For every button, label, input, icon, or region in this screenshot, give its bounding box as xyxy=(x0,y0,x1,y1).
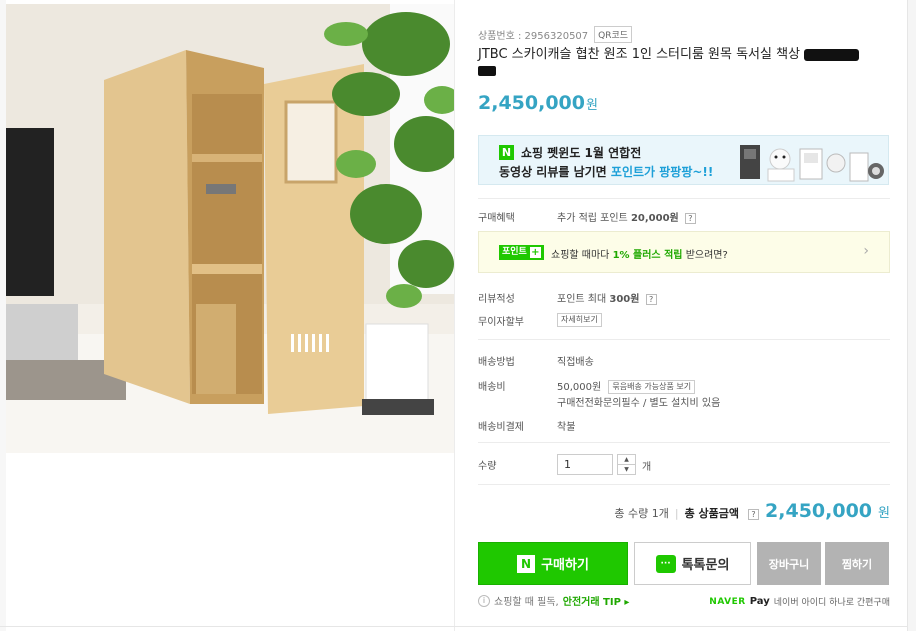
review-value: 포인트 최대 300원 ? xyxy=(557,290,657,305)
plus-point-box[interactable]: 포인트 + 쇼핑할 때마다 1% 플러스 적립 받으려면? › xyxy=(478,231,890,273)
section-divider xyxy=(478,339,890,340)
safe-trade-text: 쇼핑할 때 필독, xyxy=(494,597,559,608)
shipping-fee-note: 구매전전화문의필수 / 별도 설치비 있음 xyxy=(557,398,721,409)
section-divider xyxy=(478,198,890,199)
talktalk-button-label: 톡톡문의 xyxy=(681,558,730,573)
shipping-method-label: 배송방법 xyxy=(478,357,515,368)
installment-detail-button[interactable]: 자세히보기 xyxy=(557,313,602,327)
installment-label: 무이자할부 xyxy=(478,317,524,328)
review-label: 리뷰적성 xyxy=(478,294,515,305)
info-icon: i xyxy=(478,594,490,607)
review-points: 300원 xyxy=(609,294,640,305)
quantity-unit: 개 xyxy=(642,462,652,473)
plus-point-text-suffix: 받으려면? xyxy=(682,250,728,261)
product-image[interactable] xyxy=(6,4,455,453)
section-divider xyxy=(478,442,890,443)
quantity-label: 수량 xyxy=(478,461,497,472)
promo-banner-highlight: 포인트가 팡팡팡~!! xyxy=(610,165,714,179)
review-text: 포인트 최대 xyxy=(557,294,610,305)
promo-banner-line2: 동영상 리뷰를 남기면 포인트가 팡팡팡~!! xyxy=(499,163,713,180)
benefit-help-icon[interactable]: ? xyxy=(684,212,696,224)
wishlist-button[interactable]: 찜하기 xyxy=(825,542,889,585)
point-badge: 포인트 + xyxy=(499,245,544,260)
promo-banner-line1: 쇼핑 펫윈도 1월 연합전 xyxy=(521,146,642,160)
installment-value: 자세히보기 xyxy=(553,313,602,327)
point-badge-label: 포인트 xyxy=(502,247,527,257)
product-price: 2,450,000원 xyxy=(478,92,598,114)
redacted-title-part xyxy=(804,48,860,61)
naver-n-icon: N xyxy=(517,554,536,573)
purchase-benefit-points: 20,000원 xyxy=(630,213,679,224)
page-right-scroll-gutter xyxy=(907,0,916,631)
buy-button-label: 구매하기 xyxy=(541,558,589,573)
safe-trade-tip: i 쇼핑할 때 필독, 안전거래 TIP ▸ xyxy=(478,593,629,608)
column-divider xyxy=(454,0,455,631)
plus-point-text-prefix: 쇼핑할 때마다 xyxy=(551,250,613,261)
cart-button[interactable]: 장바구니 xyxy=(757,542,821,585)
total-label: 총 상품금액 xyxy=(684,507,740,520)
total-separator: | xyxy=(674,507,679,520)
shipping-payment-value: 착불 xyxy=(557,422,576,433)
purchase-benefit-label: 구매혜택 xyxy=(478,213,515,224)
pet-products-illustration xyxy=(740,145,884,182)
promo-banner[interactable]: N 쇼핑 펫윈도 1월 연합전 동영상 리뷰를 남기면 포인트가 팡팡팡~!! xyxy=(478,135,889,185)
total-amount: 2,450,000 xyxy=(765,500,873,522)
buy-button[interactable]: N 구매하기 xyxy=(478,542,628,585)
qr-code-button[interactable]: QR코드 xyxy=(594,26,633,43)
naver-pay-text: 네이버 아이디 하나로 간편구매 xyxy=(773,598,890,608)
plus-point-text: 쇼핑할 때마다 1% 플러스 적립 받으려면? xyxy=(551,246,728,261)
study-booth-photo xyxy=(6,4,455,453)
bundle-shipping-button[interactable]: 묶음배송 가능상품 보기 xyxy=(608,380,696,394)
total-summary: 총 수량 1개 | 총 상품금액 ? 2,450,000 원 xyxy=(614,500,890,522)
shipping-fee-value: 50,000원 묶음배송 가능상품 보기 xyxy=(557,378,696,394)
product-code-row: 상품번호 : 2956320507 QR코드 xyxy=(478,26,633,43)
product-title-text: JTBC 스카이캐슬 협찬 원조 1인 스터디룸 원목 독서실 책상 xyxy=(478,47,801,62)
plus-icon: + xyxy=(529,247,541,258)
safe-trade-tip-link[interactable]: 안전거래 TIP ▸ xyxy=(563,593,630,608)
quantity-stepper[interactable]: ▲ ▼ xyxy=(617,454,636,475)
bottom-divider xyxy=(0,626,907,627)
plus-point-strong: 1% 플러스 적립 xyxy=(612,250,683,261)
chat-bubble-icon: ··· xyxy=(655,554,676,573)
promo-banner-line2-prefix: 동영상 리뷰를 남기면 xyxy=(499,165,611,179)
price-value: 2,450,000 xyxy=(478,92,585,114)
talktalk-inquiry-button[interactable]: ··· 톡톡문의 xyxy=(634,542,751,585)
redacted-title-part-2 xyxy=(478,66,496,76)
review-help-icon[interactable]: ? xyxy=(645,293,657,305)
naver-pay-info: NAVER Pay 네이버 아이디 하나로 간편구매 xyxy=(709,595,890,608)
total-currency: 원 xyxy=(878,506,890,521)
purchase-benefit-text: 추가 적립 포인트 xyxy=(557,213,631,224)
total-count: 총 수량 1개 xyxy=(614,507,669,520)
product-title: JTBC 스카이캐슬 협찬 원조 1인 스터디룸 원목 독서실 책상 xyxy=(478,46,890,82)
shipping-fee-amount: 50,000원 xyxy=(557,382,602,393)
quantity-down-icon[interactable]: ▼ xyxy=(618,465,635,474)
shipping-payment-label: 배송비결제 xyxy=(478,422,524,433)
naver-pay-logo-pay: Pay xyxy=(749,596,770,607)
naver-n-icon: N xyxy=(499,145,514,160)
shipping-method-value: 직접배송 xyxy=(557,357,594,368)
product-code: 상품번호 : 2956320507 xyxy=(478,31,589,42)
quantity-input[interactable] xyxy=(557,454,613,475)
chevron-right-icon: › xyxy=(863,243,869,259)
naver-pay-logo: NAVER xyxy=(709,596,746,607)
shipping-fee-label: 배송비 xyxy=(478,382,506,393)
purchase-benefit-value: 추가 적립 포인트 20,000원 ? xyxy=(557,209,696,224)
section-divider xyxy=(478,484,890,485)
total-help-icon[interactable]: ? xyxy=(748,509,760,520)
quantity-up-icon[interactable]: ▲ xyxy=(618,455,635,465)
price-currency: 원 xyxy=(585,98,598,113)
